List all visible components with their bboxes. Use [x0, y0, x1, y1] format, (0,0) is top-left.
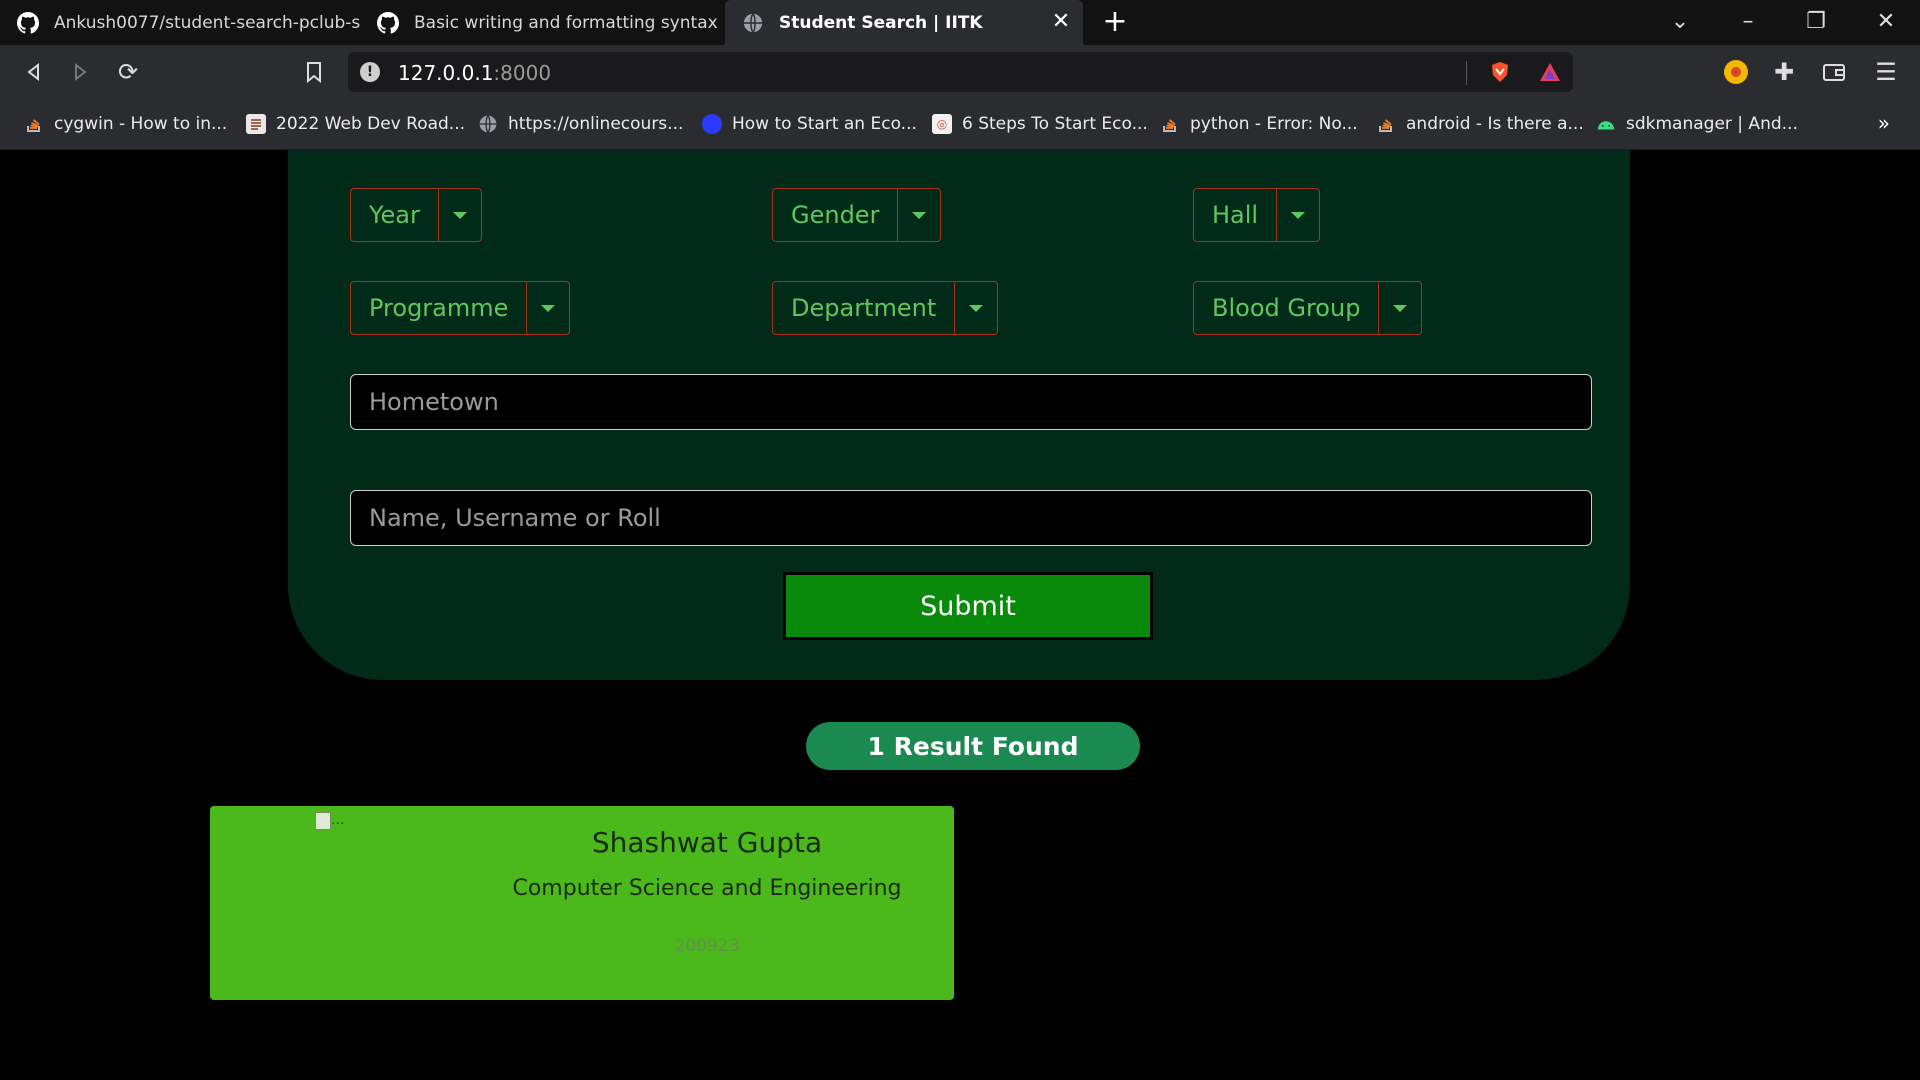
page-icon	[246, 114, 266, 134]
back-icon[interactable]	[18, 56, 50, 88]
divider	[1466, 61, 1467, 85]
stackoverflow-icon	[1376, 114, 1396, 134]
site-icon: ◎	[932, 114, 952, 134]
reload-icon[interactable]: ⟳	[112, 56, 144, 88]
caret-down-icon[interactable]	[897, 189, 940, 241]
url-text: 127.0.0.1:8000	[398, 61, 552, 85]
gender-select[interactable]: Gender	[772, 188, 942, 242]
department-select[interactable]: Department	[772, 281, 999, 335]
search-panel: Year Gender Hall Programme Department Bl…	[288, 150, 1630, 680]
caret-down-icon[interactable]	[1276, 189, 1319, 241]
tab-label: Ankush0077/student-search-pclub-se	[54, 12, 360, 33]
select-label: Hall	[1212, 201, 1259, 229]
bookmark-item[interactable]: python - Error: No...	[1160, 111, 1358, 137]
hometown-input[interactable]: Hometown	[350, 374, 1592, 430]
wallet-icon[interactable]	[1818, 56, 1850, 88]
restore-icon[interactable]: ❐	[1796, 6, 1836, 38]
bookmark-item[interactable]: android - Is there a...	[1376, 111, 1584, 137]
stackoverflow-icon	[1160, 114, 1180, 134]
blood-group-select[interactable]: Blood Group	[1193, 281, 1423, 335]
student-department: Computer Science and Engineering	[512, 876, 902, 901]
new-tab-button[interactable]: +	[1100, 7, 1130, 38]
stackoverflow-icon	[24, 114, 44, 134]
select-label: Gender	[791, 201, 880, 229]
browser-toolbar: ⟳ ! 127.0.0.1:8000 ✚ ☰	[0, 45, 1920, 99]
brave-rewards-icon[interactable]	[1538, 60, 1562, 84]
select-label: Department	[791, 294, 937, 322]
globe-icon	[478, 114, 498, 134]
site-icon	[702, 114, 722, 134]
hometown-placeholder: Hometown	[369, 388, 499, 416]
brave-shields-icon[interactable]	[1488, 60, 1512, 84]
page-content: Year Gender Hall Programme Department Bl…	[0, 150, 1920, 1080]
caret-down-icon[interactable]	[526, 282, 569, 334]
close-window-icon[interactable]: ✕	[1866, 6, 1906, 38]
bookmark-item[interactable]: 2022 Web Dev Road...	[246, 111, 465, 137]
caret-down-icon[interactable]	[1378, 282, 1421, 334]
name-username-roll-input[interactable]: Name, Username or Roll	[350, 490, 1592, 546]
forward-icon[interactable]	[64, 56, 96, 88]
student-name: Shashwat Gupta	[591, 826, 823, 859]
tab-github-student-search[interactable]: Ankush0077/student-search-pclub-se	[0, 0, 360, 45]
caret-down-icon[interactable]	[954, 282, 997, 334]
select-label: Programme	[369, 294, 509, 322]
bookmarks-bar: cygwin - How to in... 2022 Web Dev Road.…	[0, 99, 1920, 150]
bookmark-icon[interactable]	[298, 56, 330, 88]
extensions-icon[interactable]: ✚	[1768, 56, 1800, 88]
tab-label: Student Search | IITK	[779, 12, 983, 33]
submit-button[interactable]: Submit	[783, 572, 1153, 640]
address-bar[interactable]: ! 127.0.0.1:8000	[348, 52, 1573, 92]
site-info-icon[interactable]: !	[360, 62, 380, 82]
select-label: Year	[369, 201, 420, 229]
tab-github-basic-writing[interactable]: Basic writing and formatting syntax - G	[360, 0, 720, 45]
bookmark-item[interactable]: ◎ 6 Steps To Start Eco...	[932, 111, 1148, 137]
bookmark-item[interactable]: cygwin - How to in...	[24, 111, 227, 137]
minimize-icon[interactable]: –	[1728, 6, 1768, 38]
profile-avatar-icon[interactable]	[1720, 56, 1752, 88]
programme-select[interactable]: Programme	[350, 281, 571, 335]
bookmark-item[interactable]: https://onlinecours...	[478, 111, 683, 137]
menu-icon[interactable]: ☰	[1870, 56, 1902, 88]
caret-down-icon[interactable]	[437, 189, 481, 241]
globe-icon	[741, 11, 765, 35]
github-icon	[376, 11, 400, 35]
close-tab-icon[interactable]: ✕	[1049, 10, 1073, 34]
hall-select[interactable]: Hall	[1193, 188, 1321, 242]
tab-student-search[interactable]: Student Search | IITK ✕	[725, 0, 1083, 45]
bookmarks-overflow-icon[interactable]: »	[1878, 111, 1890, 135]
student-card[interactable]: ... Shashwat Gupta Computer Science and …	[210, 806, 954, 1000]
year-select[interactable]: Year	[350, 188, 482, 242]
bookmark-item[interactable]: sdkmanager | And...	[1596, 111, 1798, 137]
result-count-badge: 1 Result Found	[806, 722, 1140, 770]
github-icon	[16, 11, 40, 35]
android-icon	[1596, 114, 1616, 134]
tab-label: Basic writing and formatting syntax - G	[414, 12, 720, 33]
student-roll: 200923	[674, 936, 740, 956]
bookmark-item[interactable]: How to Start an Eco...	[702, 111, 917, 137]
tab-strip: Ankush0077/student-search-pclub-se Basic…	[0, 0, 1920, 45]
tab-search-chevron-icon[interactable]: ⌄	[1660, 6, 1700, 38]
select-label: Blood Group	[1212, 294, 1361, 322]
search-placeholder: Name, Username or Roll	[369, 504, 661, 532]
